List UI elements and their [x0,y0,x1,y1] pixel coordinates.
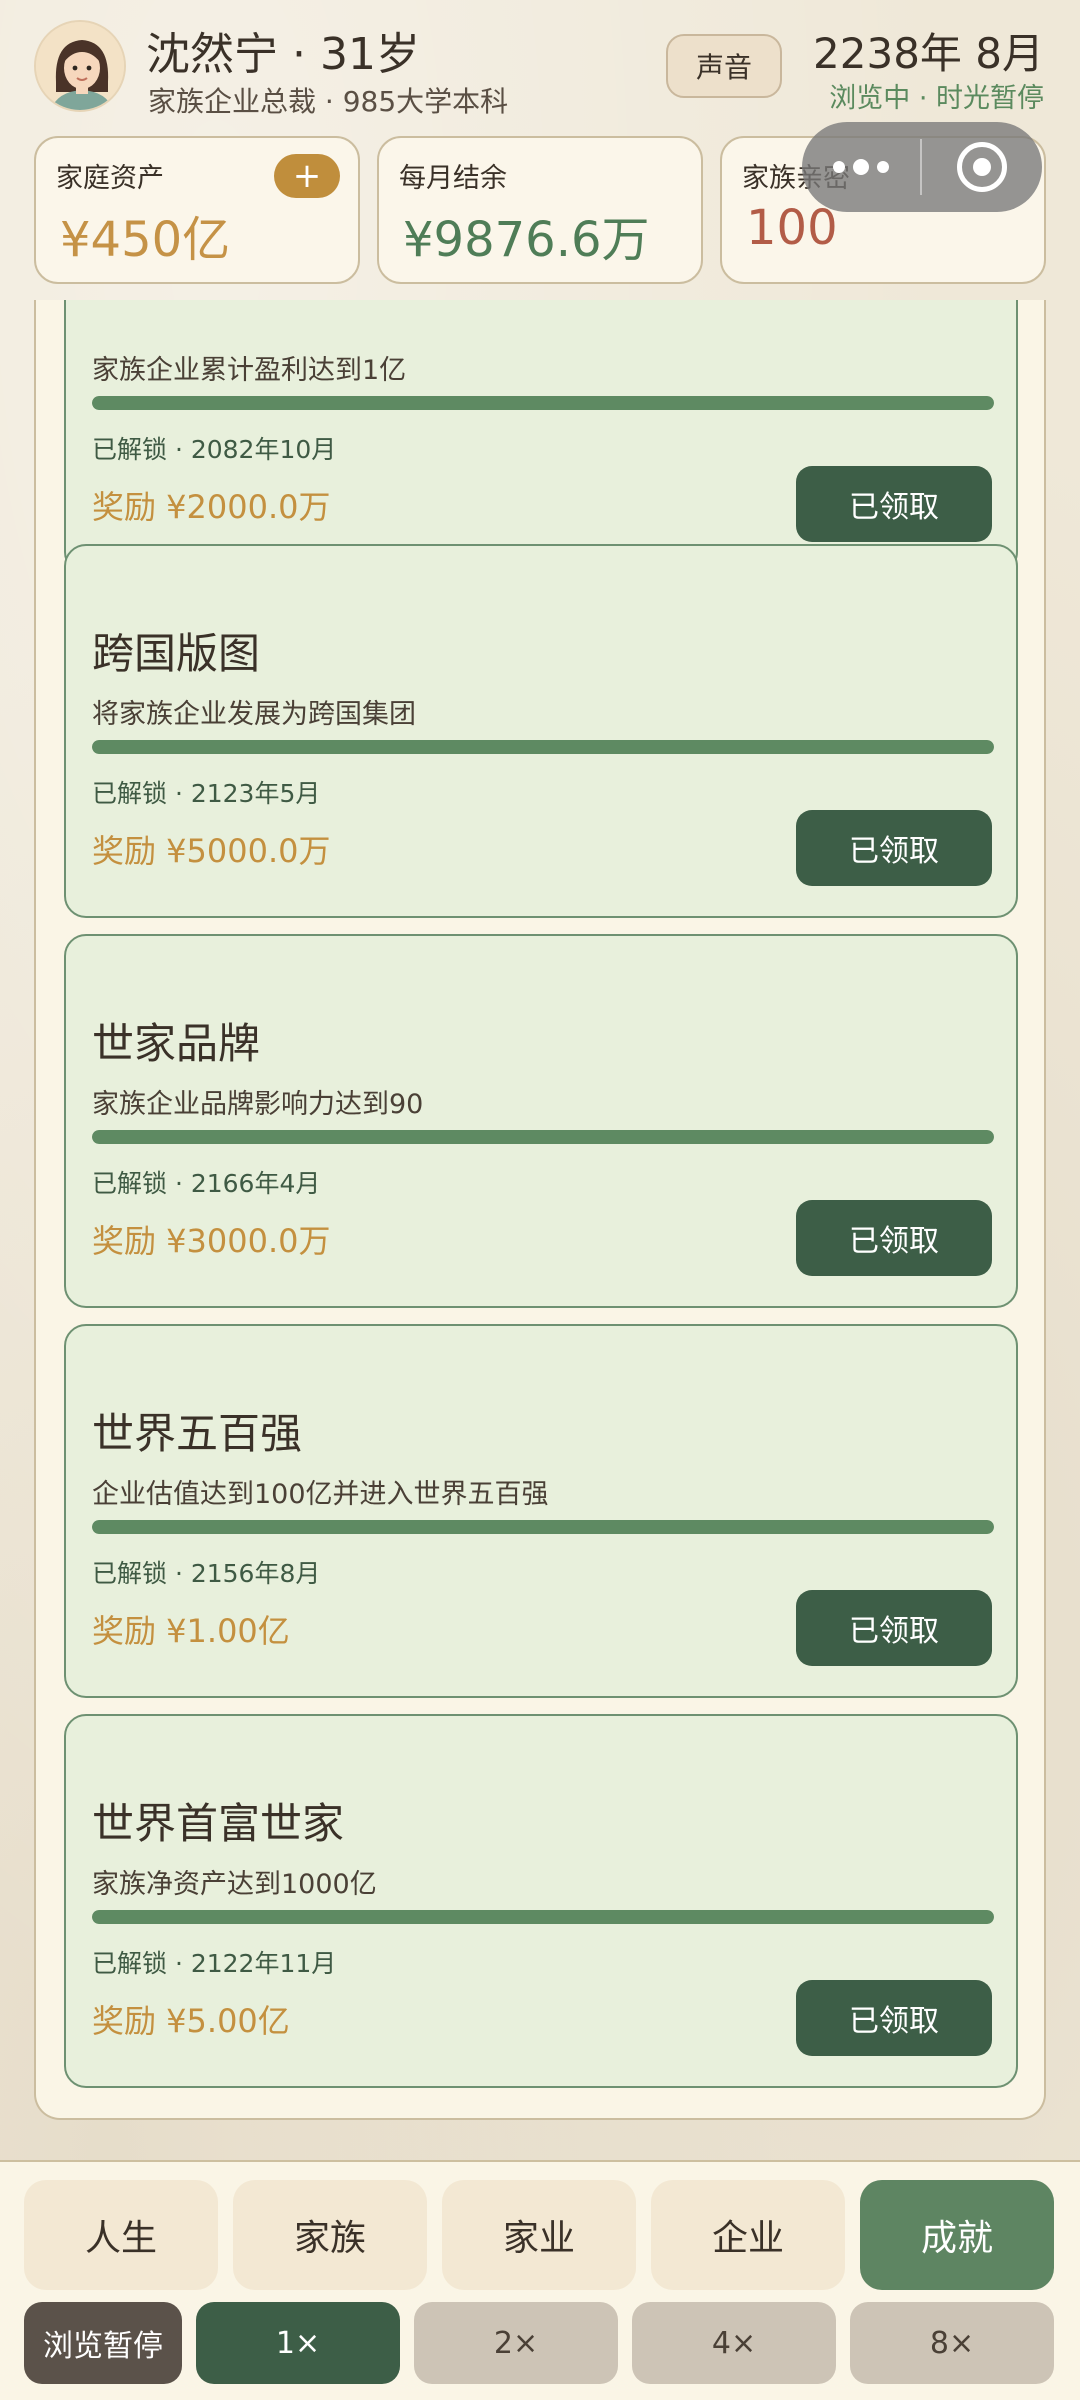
miniprogram-capsule [802,122,1042,212]
achievement-progress [92,1130,994,1144]
achievement-desc: 家族企业累计盈利达到1亿 [92,355,407,386]
tab-life[interactable]: 人生 [24,2180,218,2290]
character-subtitle: 家族企业总裁 · 985大学本科 [148,85,509,118]
achievement-reward: 奖励 ¥1.00亿 [92,1612,290,1650]
achievement-reward: 奖励 ¥5000.0万 [92,832,331,870]
achievement-unlock-date: 已解锁 · 2166年4月 [92,1169,321,1198]
stat-card-monthly: 每月结余 ¥9876.6万 [377,136,703,284]
tab-estate[interactable]: 家业 [442,2180,636,2290]
achievements-panel[interactable]: 家族企业累计盈利达到1亿 已解锁 · 2082年10月 奖励 ¥2000.0万 … [34,300,1046,2120]
sound-button[interactable]: 声音 [666,34,782,98]
achievement-reward: 奖励 ¥2000.0万 [92,488,331,526]
stat-value: ¥450亿 [60,212,231,268]
tab-family[interactable]: 家族 [233,2180,427,2290]
achievement-progress [92,740,994,754]
stat-label: 家庭资产 [56,163,164,194]
achievement-card: 世界首富世家 家族净资产达到1000亿 已解锁 · 2122年11月 奖励 ¥5… [64,1714,1018,2088]
achievement-card: 家族企业累计盈利达到1亿 已解锁 · 2082年10月 奖励 ¥2000.0万 … [64,300,1018,574]
achievement-title: 世界五百强 [92,1409,303,1458]
game-status: 浏览中 · 时光暂停 [829,83,1044,114]
claimed-button[interactable]: 已领取 [796,1980,992,2056]
achievement-progress [92,396,994,410]
top-header: 沈然宁 · 31岁 家族企业总裁 · 985大学本科 声音 2238年 8月 浏… [0,0,1080,130]
achievement-unlock-date: 已解锁 · 2156年8月 [92,1559,321,1588]
claimed-button[interactable]: 已领取 [796,466,992,542]
achievement-desc: 企业估值达到100亿并进入世界五百强 [92,1479,549,1510]
stat-card-assets: 家庭资产 + ¥450亿 [34,136,360,284]
tab-company[interactable]: 企业 [651,2180,845,2290]
achievement-card: 世界五百强 企业估值达到100亿并进入世界五百强 已解锁 · 2156年8月 奖… [64,1324,1018,1698]
more-dots-icon[interactable] [802,122,920,212]
claimed-button[interactable]: 已领取 [796,1590,992,1666]
target-close-icon[interactable] [922,122,1042,212]
achievement-progress [92,1520,994,1534]
achievement-unlock-date: 已解锁 · 2123年5月 [92,779,321,808]
achievement-reward: 奖励 ¥3000.0万 [92,1222,331,1260]
claimed-button[interactable]: 已领取 [796,1200,992,1276]
speed-4x-button[interactable]: 4× [632,2302,836,2384]
stat-value: ¥9876.6万 [403,212,650,268]
stat-label: 每月结余 [399,163,507,194]
speed-8x-button[interactable]: 8× [850,2302,1054,2384]
bottom-nav: 人生 家族 家业 企业 成就 浏览暂停 1× 2× 4× 8× [0,2160,1080,2400]
achievement-desc: 家族企业品牌影响力达到90 [92,1089,424,1120]
add-assets-button[interactable]: + [274,154,340,198]
achievement-progress [92,1910,994,1924]
speed-2x-button[interactable]: 2× [414,2302,618,2384]
achievement-title: 世界首富世家 [92,1799,345,1848]
achievement-unlock-date: 已解锁 · 2082年10月 [92,435,337,464]
achievement-card: 世家品牌 家族企业品牌影响力达到90 已解锁 · 2166年4月 奖励 ¥300… [64,934,1018,1308]
pause-button[interactable]: 浏览暂停 [24,2302,182,2384]
achievement-card: 跨国版图 将家族企业发展为跨国集团 已解锁 · 2123年5月 奖励 ¥5000… [64,544,1018,918]
avatar[interactable] [34,20,126,112]
achievement-desc: 家族净资产达到1000亿 [92,1869,377,1900]
achievement-unlock-date: 已解锁 · 2122年11月 [92,1949,337,1978]
achievement-title: 跨国版图 [92,629,261,678]
claimed-button[interactable]: 已领取 [796,810,992,886]
avatar-portrait-icon [36,22,124,110]
game-date: 2238年 8月 [813,29,1044,78]
achievement-reward: 奖励 ¥5.00亿 [92,2002,290,2040]
tab-achievements[interactable]: 成就 [860,2180,1054,2290]
achievement-title: 世家品牌 [92,1019,261,1068]
achievement-desc: 将家族企业发展为跨国集团 [92,699,416,730]
character-name: 沈然宁 · 31岁 [146,29,420,80]
speed-1x-button[interactable]: 1× [196,2302,400,2384]
